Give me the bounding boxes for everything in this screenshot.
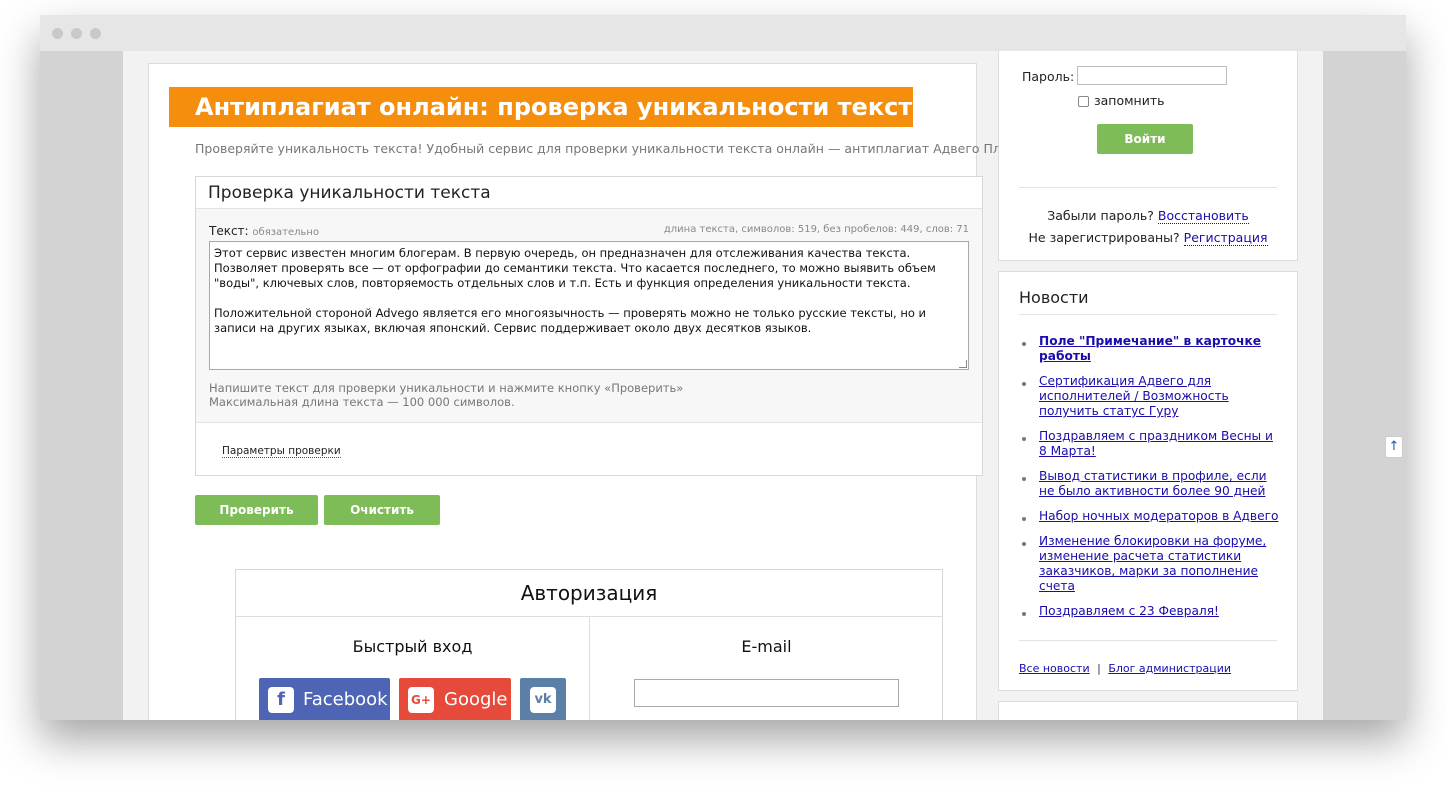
text-paragraph-1: Этот сервис известен многим блогерам. В … [214, 246, 940, 290]
news-list: Поле "Примечание" в карточке работы Серт… [1019, 334, 1279, 629]
auth-panel: Авторизация Быстрый вход E-mail f Facebo… [235, 569, 943, 720]
params-section: Параметры проверки [196, 422, 982, 475]
vk-login-button[interactable]: vk [520, 678, 566, 720]
text-label: Текст: [209, 224, 249, 238]
news-title: Новости [1019, 288, 1089, 307]
minimize-window-button[interactable] [71, 28, 82, 39]
remember-label: запомнить [1094, 93, 1165, 108]
login-button[interactable]: Войти [1097, 124, 1193, 154]
facebook-login-button[interactable]: f Facebook [259, 678, 390, 720]
news-item: Поле "Примечание" в карточке работы [1019, 334, 1279, 364]
register-row: Не зарегистрированы? Регистрация [999, 230, 1297, 246]
page-viewport: Антиплагиат онлайн: проверка уникальност… [40, 51, 1406, 720]
check-params-link[interactable]: Параметры проверки [222, 445, 341, 458]
check-button[interactable]: Проверить [195, 495, 318, 525]
news-link[interactable]: Поздравляем с праздником Весны и 8 Марта… [1039, 429, 1273, 458]
close-window-button[interactable] [52, 28, 63, 39]
footer-separator: | [1097, 662, 1101, 675]
scroll-top-button[interactable]: ↑ [1385, 436, 1403, 458]
quick-login-title: Быстрый вход [352, 637, 473, 656]
forgot-password-row: Забыли пароль? Восстановить [999, 208, 1297, 224]
news-link[interactable]: Изменение блокировки на форуме, изменени… [1039, 534, 1266, 593]
divider [1019, 314, 1277, 315]
page-subtitle: Проверяйте уникальность текста! Удобный … [195, 141, 1053, 156]
auth-title: Авторизация [236, 570, 942, 617]
panel-title: Проверка уникальности текста [196, 177, 982, 209]
news-item: Набор ночных модераторов в Адвего [1019, 509, 1279, 524]
uniqueness-check-panel: Проверка уникальности текста Текст: обяз… [195, 176, 983, 476]
resize-handle[interactable] [959, 360, 967, 368]
sidebar-panel [998, 701, 1298, 720]
text-stats: длина текста, символов: 519, без пробело… [663, 224, 969, 235]
input-hint: Напишите текст для проверки уникальности… [209, 381, 683, 409]
vk-icon: vk [530, 687, 556, 713]
window-titlebar [40, 15, 1406, 51]
auth-divider [589, 617, 590, 720]
required-label: обязательно [252, 227, 320, 238]
facebook-icon: f [268, 687, 294, 713]
news-item: Вывод статистики в профиле, если не было… [1019, 469, 1279, 499]
news-panel: Новости Поле "Примечание" в карточке раб… [998, 271, 1298, 691]
remember-checkbox[interactable] [1078, 96, 1089, 107]
page: Антиплагиат онлайн: проверка уникальност… [123, 51, 1403, 720]
news-link[interactable]: Сертификация Адвего для исполнителей / В… [1039, 374, 1229, 418]
facebook-label: Facebook [303, 689, 388, 710]
browser-window: Антиплагиат онлайн: проверка уникальност… [40, 15, 1406, 720]
maximize-window-button[interactable] [90, 28, 101, 39]
hint-line-1: Напишите текст для проверки уникальности… [209, 381, 684, 395]
email-input[interactable] [634, 679, 899, 707]
not-registered-text: Не зарегистрированы? [1028, 230, 1180, 245]
news-item: Поздравляем с 23 Февраля! [1019, 604, 1279, 619]
news-link[interactable]: Поздравляем с 23 Февраля! [1039, 604, 1219, 618]
text-input-area[interactable]: Этот сервис известен многим блогерам. В … [209, 241, 969, 370]
clear-button[interactable]: Очистить [324, 495, 440, 525]
login-panel: Пароль: запомнить Войти Забыли пароль? В… [998, 51, 1298, 261]
divider [1019, 187, 1277, 188]
page-title: Антиплагиат онлайн: проверка уникальност… [169, 87, 928, 127]
forgot-text: Забыли пароль? [1047, 208, 1154, 223]
email-title: E-mail [741, 637, 792, 656]
google-plus-icon: G+ [408, 687, 434, 713]
register-link[interactable]: Регистрация [1183, 230, 1268, 246]
main-content: Антиплагиат онлайн: проверка уникальност… [148, 63, 1052, 720]
all-news-link[interactable]: Все новости [1019, 662, 1090, 675]
google-login-button[interactable]: G+ Google [399, 678, 511, 720]
news-link[interactable]: Поле "Примечание" в карточке работы [1039, 334, 1261, 363]
news-item: Поздравляем с праздником Весны и 8 Марта… [1019, 429, 1279, 459]
text-paragraph-2: Положительной стороной Advego является е… [214, 306, 930, 335]
text-field-label: Текст: обязательно [209, 224, 319, 238]
password-label: Пароль: [1022, 69, 1075, 84]
google-label: Google [444, 689, 508, 710]
news-link[interactable]: Вывод статистики в профиле, если не было… [1039, 469, 1267, 498]
hint-line-2: Максимальная длина текста — 100 000 симв… [209, 395, 515, 409]
news-link[interactable]: Набор ночных модераторов в Адвего [1039, 509, 1278, 523]
news-footer: Все новости | Блог администрации [1019, 662, 1231, 675]
divider [1019, 640, 1277, 641]
restore-password-link[interactable]: Восстановить [1157, 208, 1249, 224]
news-item: Сертификация Адвего для исполнителей / В… [1019, 374, 1279, 419]
news-item: Изменение блокировки на форуме, изменени… [1019, 534, 1279, 594]
password-input[interactable] [1077, 66, 1227, 85]
admin-blog-link[interactable]: Блог администрации [1108, 662, 1231, 675]
